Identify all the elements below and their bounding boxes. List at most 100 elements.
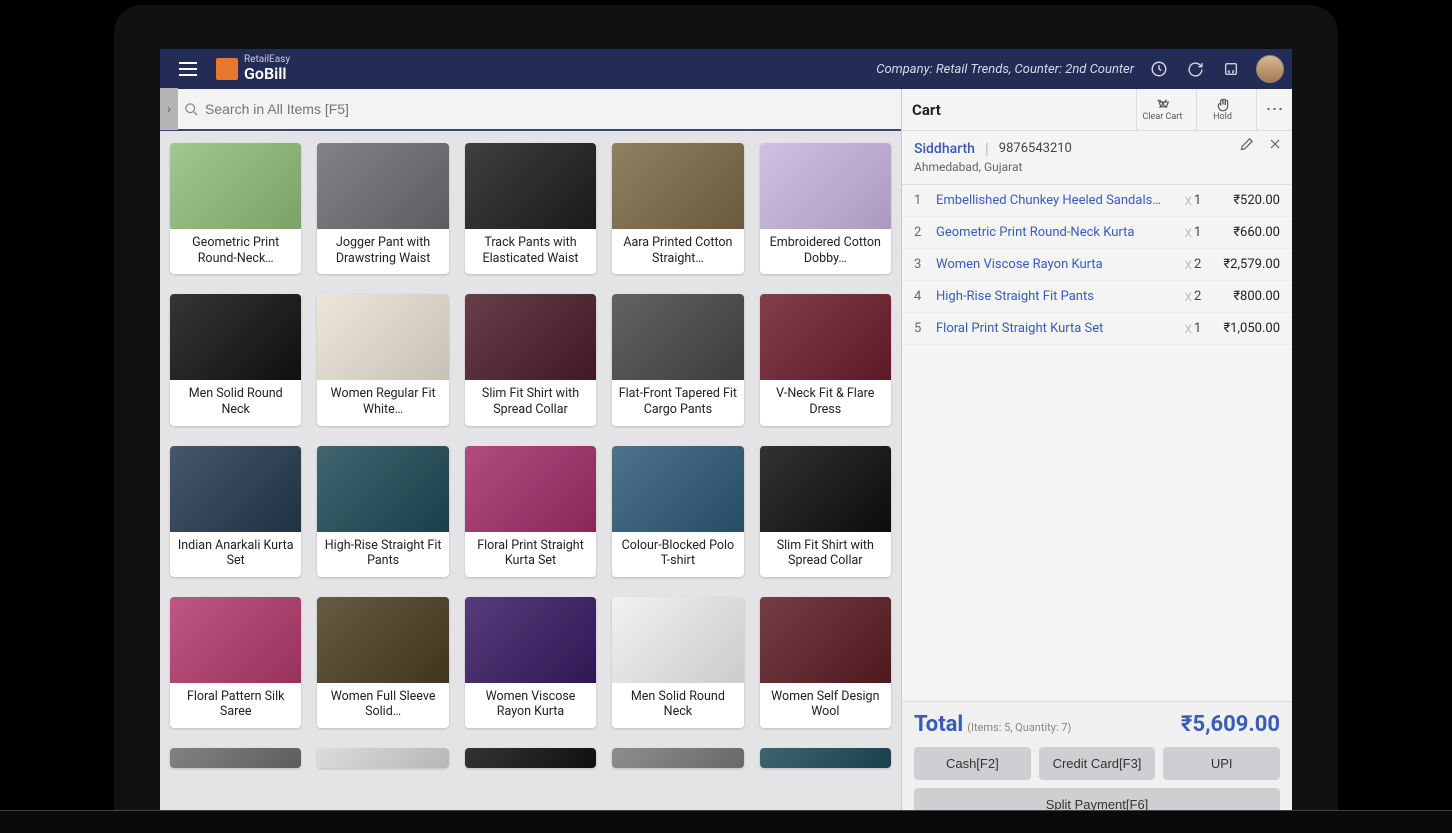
product-card[interactable]: Track Pants with Elasticated Waist [465, 143, 596, 274]
cart-item-price: ₹2,579.00 [1208, 257, 1280, 272]
search-input[interactable] [205, 89, 901, 129]
history-icon[interactable] [1148, 58, 1170, 80]
clear-cart-icon [1155, 98, 1171, 112]
cart-panel: Cart Clear Cart Hold [902, 89, 1292, 833]
product-label: Geometric Print Round-Neck… [170, 229, 301, 274]
customer-block: Siddharth | 9876543210 Ahmedabad, Gujara… [902, 131, 1292, 185]
product-card[interactable] [465, 748, 596, 768]
product-image [317, 143, 448, 229]
product-label: Women Full Sleeve Solid… [317, 683, 448, 728]
top-bar: RetailEasy GoBill Company: Retail Trends… [160, 49, 1292, 89]
product-card[interactable]: Women Full Sleeve Solid… [317, 597, 448, 728]
product-image [612, 597, 743, 683]
product-card[interactable]: Men Solid Round Neck [612, 597, 743, 728]
product-label: Floral Pattern Silk Saree [170, 683, 301, 728]
product-card[interactable]: Men Solid Round Neck [170, 294, 301, 425]
edit-customer-icon[interactable] [1239, 137, 1254, 152]
search-icon [184, 102, 199, 117]
cart-item-qty: 2 [1194, 257, 1208, 272]
product-image [760, 446, 891, 532]
product-card[interactable]: Colour-Blocked Polo T-shirt [612, 446, 743, 577]
product-label: Women Self Design Wool [760, 683, 891, 728]
product-image [612, 748, 743, 768]
product-label: Jogger Pant with Drawstring Waist [317, 229, 448, 274]
search-bar: › [160, 89, 901, 131]
cart-item-qty: 1 [1194, 225, 1208, 240]
app-icon[interactable] [1220, 58, 1242, 80]
product-card[interactable]: Jogger Pant with Drawstring Waist [317, 143, 448, 274]
total-label: Total [914, 712, 963, 737]
product-image [465, 748, 596, 768]
customer-name[interactable]: Siddharth [914, 141, 975, 157]
cart-item-row[interactable]: 1Embellished Chunkey Heeled Sandals…X1₹5… [902, 185, 1292, 217]
product-card[interactable]: Women Self Design Wool [760, 597, 891, 728]
brand-logo: RetailEasy GoBill [216, 55, 290, 82]
product-card[interactable] [760, 748, 891, 768]
cart-items-list: 1Embellished Chunkey Heeled Sandals…X1₹5… [902, 185, 1292, 701]
product-label: Track Pants with Elasticated Waist [465, 229, 596, 274]
menu-button[interactable] [168, 49, 208, 89]
hamburger-icon [179, 62, 197, 76]
product-card[interactable]: High-Rise Straight Fit Pants [317, 446, 448, 577]
cart-item-row[interactable]: 3Women Viscose Rayon KurtaX2₹2,579.00 [902, 249, 1292, 281]
clear-cart-button[interactable]: Clear Cart [1136, 89, 1188, 131]
cart-item-price: ₹520.00 [1208, 193, 1280, 208]
more-button[interactable]: ⋯ [1256, 89, 1292, 131]
user-avatar[interactable] [1256, 55, 1284, 83]
product-card[interactable]: Aara Printed Cotton Straight… [612, 143, 743, 274]
product-label: Floral Print Straight Kurta Set [465, 532, 596, 577]
cart-item-index: 5 [914, 321, 930, 336]
credit-card-button[interactable]: Credit Card[F3] [1039, 747, 1156, 780]
cart-item-row[interactable]: 2Geometric Print Round-Neck KurtaX1₹660.… [902, 217, 1292, 249]
cart-item-row[interactable]: 5Floral Print Straight Kurta SetX1₹1,050… [902, 313, 1292, 345]
refresh-icon[interactable] [1184, 58, 1206, 80]
cart-item-row[interactable]: 4High-Rise Straight Fit PantsX2₹800.00 [902, 281, 1292, 313]
product-label: High-Rise Straight Fit Pants [317, 532, 448, 577]
product-label: Indian Anarkali Kurta Set [170, 532, 301, 577]
cash-button[interactable]: Cash[F2] [914, 747, 1031, 780]
product-image [465, 143, 596, 229]
cart-item-name: Floral Print Straight Kurta Set [930, 321, 1184, 336]
product-card[interactable]: Indian Anarkali Kurta Set [170, 446, 301, 577]
upi-button[interactable]: UPI [1163, 747, 1280, 780]
hold-icon [1216, 98, 1230, 112]
product-card[interactable]: Women Regular Fit White… [317, 294, 448, 425]
cart-item-qty: 2 [1194, 289, 1208, 304]
product-image [612, 143, 743, 229]
product-card[interactable]: Flat-Front Tapered Fit Cargo Pants [612, 294, 743, 425]
product-image [612, 294, 743, 380]
product-card[interactable]: Floral Print Straight Kurta Set [465, 446, 596, 577]
cart-item-x: X [1184, 226, 1192, 240]
close-customer-icon[interactable] [1268, 137, 1282, 152]
cart-item-name: Women Viscose Rayon Kurta [930, 257, 1184, 272]
product-card[interactable]: Floral Pattern Silk Saree [170, 597, 301, 728]
cart-item-index: 2 [914, 225, 930, 240]
cart-item-index: 4 [914, 289, 930, 304]
product-image [465, 294, 596, 380]
product-image [170, 748, 301, 768]
product-image [465, 446, 596, 532]
product-card[interactable] [612, 748, 743, 768]
product-label: Slim Fit Shirt with Spread Collar [760, 532, 891, 577]
company-counter-info: Company: Retail Trends, Counter: 2nd Cou… [876, 62, 1134, 77]
product-image [465, 597, 596, 683]
product-grid: Geometric Print Round-Neck… Jogger Pant w… [170, 143, 891, 768]
product-card[interactable]: V-Neck Fit & Flare Dress [760, 294, 891, 425]
product-card[interactable]: Embroidered Cotton Dobby… [760, 143, 891, 274]
product-label: Colour-Blocked Polo T-shirt [612, 532, 743, 577]
hold-button[interactable]: Hold [1196, 89, 1248, 131]
product-image [317, 748, 448, 768]
cart-item-price: ₹800.00 [1208, 289, 1280, 304]
product-card[interactable] [317, 748, 448, 768]
product-card[interactable]: Slim Fit Shirt with Spread Collar [760, 446, 891, 577]
product-card[interactable]: Women Viscose Rayon Kurta [465, 597, 596, 728]
product-card[interactable]: Slim Fit Shirt with Spread Collar [465, 294, 596, 425]
total-value: ₹5,609.00 [1181, 712, 1280, 737]
cart-item-x: X [1184, 322, 1192, 336]
product-image [170, 294, 301, 380]
product-card[interactable] [170, 748, 301, 768]
sidebar-toggle[interactable]: › [160, 88, 178, 130]
product-image [760, 748, 891, 768]
cart-item-x: X [1184, 194, 1192, 208]
product-card[interactable]: Geometric Print Round-Neck… [170, 143, 301, 274]
